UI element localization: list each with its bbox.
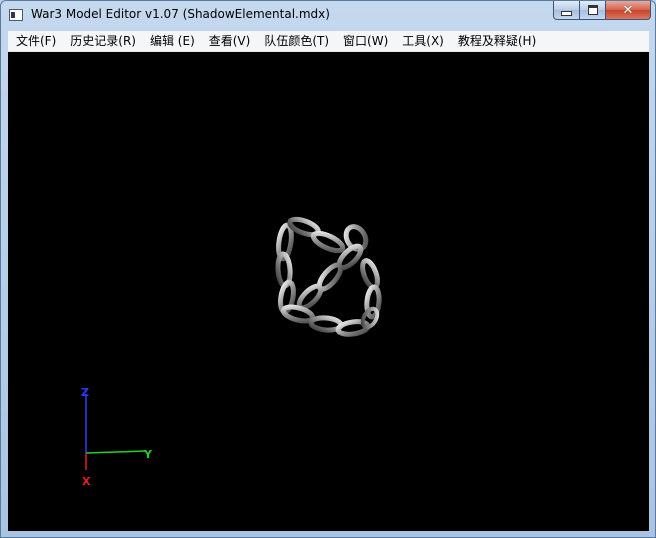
- maximize-icon: [587, 5, 598, 15]
- title-bar[interactable]: War3 Model Editor v1.07 (ShadowElemental…: [1, 1, 655, 31]
- y-axis-label: Y: [143, 448, 153, 461]
- menu-edit[interactable]: 编辑 (E): [143, 31, 202, 51]
- menu-help[interactable]: 教程及释疑(H): [451, 31, 543, 51]
- menu-team-color[interactable]: 队伍颜色(T): [257, 31, 336, 51]
- menu-tools[interactable]: 工具(X): [395, 31, 451, 51]
- app-window: War3 Model Editor v1.07 (ShadowElemental…: [0, 0, 656, 538]
- maximize-button[interactable]: [580, 1, 606, 20]
- menu-window[interactable]: 窗口(W): [336, 31, 395, 51]
- menu-view[interactable]: 查看(V): [202, 31, 258, 51]
- model-viewport[interactable]: Z Y X: [8, 52, 649, 531]
- caption-buttons: ✕: [553, 1, 651, 21]
- chain-links-model[interactable]: [275, 216, 382, 337]
- app-icon[interactable]: [9, 9, 23, 21]
- y-axis-line: [85, 450, 147, 454]
- x-axis-label: X: [82, 475, 91, 488]
- menu-history[interactable]: 历史记录(R): [63, 31, 143, 51]
- z-axis-label: Z: [81, 386, 89, 399]
- window-title: War3 Model Editor v1.07 (ShadowElemental…: [31, 7, 330, 21]
- menu-file[interactable]: 文件(F): [8, 31, 63, 51]
- close-button[interactable]: ✕: [606, 1, 651, 20]
- minimize-icon: [561, 11, 572, 16]
- viewport-canvas: Z Y X: [81, 216, 382, 488]
- close-icon: ✕: [622, 2, 634, 18]
- axis-gizmo: Z Y X: [81, 386, 153, 488]
- minimize-button[interactable]: [553, 1, 580, 20]
- menu-bar: 文件(F) 历史记录(R) 编辑 (E) 查看(V) 队伍颜色(T) 窗口(W)…: [8, 31, 649, 52]
